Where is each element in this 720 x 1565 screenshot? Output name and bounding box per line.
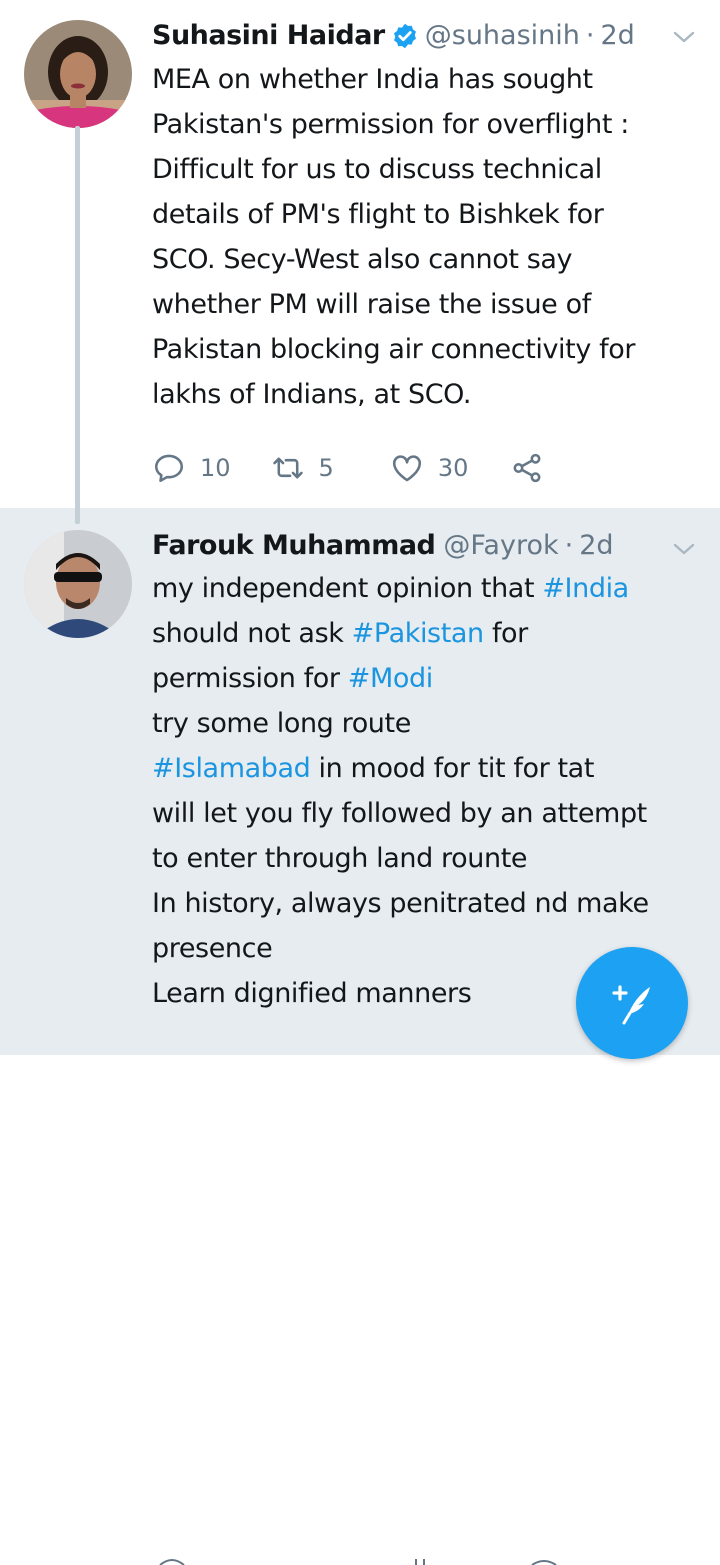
like-button[interactable]: 30 bbox=[390, 451, 469, 485]
retweet-button[interactable]: 5 bbox=[271, 451, 334, 485]
tweet-header: Suhasini Haidar @suhasinih · 2d bbox=[152, 16, 635, 56]
tweet-actions: 10 5 30 bbox=[152, 448, 572, 488]
tweet-text-line: permission for #Modi bbox=[152, 656, 692, 701]
reply-icon bbox=[154, 454, 184, 483]
tweet-text-line: Difficult for us to discuss technical bbox=[152, 154, 602, 185]
hashtag-link[interactable]: #Pakistan bbox=[352, 618, 484, 649]
compose-tweet-icon bbox=[612, 985, 650, 1025]
avatar-suhasini[interactable] bbox=[24, 20, 132, 128]
tweet-text-line: my independent opinion that #India bbox=[152, 566, 692, 611]
tweet-text-line: In history, always penitrated nd make bbox=[152, 888, 649, 919]
tweet-text-line: should not ask #Pakistan for bbox=[152, 611, 692, 656]
chevron-down-icon[interactable] bbox=[672, 28, 696, 46]
tweet-timestamp: 2d bbox=[600, 20, 635, 51]
tweet-text: my independent opinion that #India shoul… bbox=[152, 566, 692, 1016]
compose-tweet-button[interactable] bbox=[576, 947, 688, 1059]
tweet-text-line: MEA on whether India has sought bbox=[152, 64, 593, 95]
verified-badge-icon bbox=[391, 22, 419, 50]
like-count: 30 bbox=[437, 454, 469, 482]
separator-dot: · bbox=[585, 20, 595, 51]
like-icon bbox=[392, 455, 421, 482]
text-segment: should not ask bbox=[152, 618, 352, 649]
tweet-text-line: #Islamabad in mood for tit for tat bbox=[152, 746, 692, 791]
tweet-text-line: Pakistan's permission for overflight : bbox=[152, 109, 629, 140]
reply-button[interactable]: 10 bbox=[152, 451, 231, 485]
action-row-peek bbox=[159, 1559, 557, 1565]
text-segment: in mood for tit for tat bbox=[310, 753, 595, 784]
tweet-text-line: try some long route bbox=[152, 708, 411, 739]
tweet-timestamp: 2d bbox=[579, 530, 614, 561]
chevron-down-icon[interactable] bbox=[672, 540, 696, 558]
tweet-text-line: SCO. Secy-West also cannot say bbox=[152, 244, 573, 275]
tweet-text-line: to enter through land rounte bbox=[152, 843, 528, 874]
tweet-header: Farouk Muhammad @Fayrok · 2d bbox=[152, 526, 614, 566]
author-name[interactable]: Farouk Muhammad bbox=[152, 526, 436, 566]
reply-count: 10 bbox=[200, 454, 231, 482]
author-handle[interactable]: @suhasinih bbox=[425, 16, 580, 56]
hashtag-link[interactable]: #Modi bbox=[348, 663, 433, 694]
share-button[interactable] bbox=[510, 451, 544, 485]
tweet-card-suhasini[interactable]: Suhasini Haidar @suhasinih · 2d MEA on w… bbox=[0, 0, 720, 508]
author-handle[interactable]: @Fayrok bbox=[443, 526, 558, 566]
text-segment: permission for bbox=[152, 663, 348, 694]
text-segment: my independent opinion that bbox=[152, 573, 543, 604]
separator-dot: · bbox=[564, 530, 574, 561]
retweet-count: 5 bbox=[318, 454, 334, 482]
thread-connector-line bbox=[75, 126, 80, 524]
retweet-icon bbox=[272, 457, 303, 479]
tweet-text-line: whether PM will raise the issue of bbox=[152, 289, 591, 320]
hashtag-link[interactable]: #Islamabad bbox=[152, 753, 311, 784]
avatar-farouk[interactable] bbox=[24, 530, 132, 638]
tweet-text-line: Pakistan blocking air connectivity for bbox=[152, 334, 636, 365]
tweet-text-line: will let you fly followed by an attempt bbox=[152, 798, 647, 829]
tweet-text-line: lakhs of Indians, at SCO. bbox=[152, 379, 472, 410]
tweet-text: MEA on whether India has sought Pakistan… bbox=[152, 57, 692, 417]
author-name[interactable]: Suhasini Haidar bbox=[152, 16, 385, 56]
tweet-text-line: details of PM's flight to Bishkek for bbox=[152, 199, 604, 230]
text-segment: for bbox=[483, 618, 528, 649]
hashtag-link[interactable]: #India bbox=[542, 573, 629, 604]
share-icon bbox=[513, 453, 541, 483]
